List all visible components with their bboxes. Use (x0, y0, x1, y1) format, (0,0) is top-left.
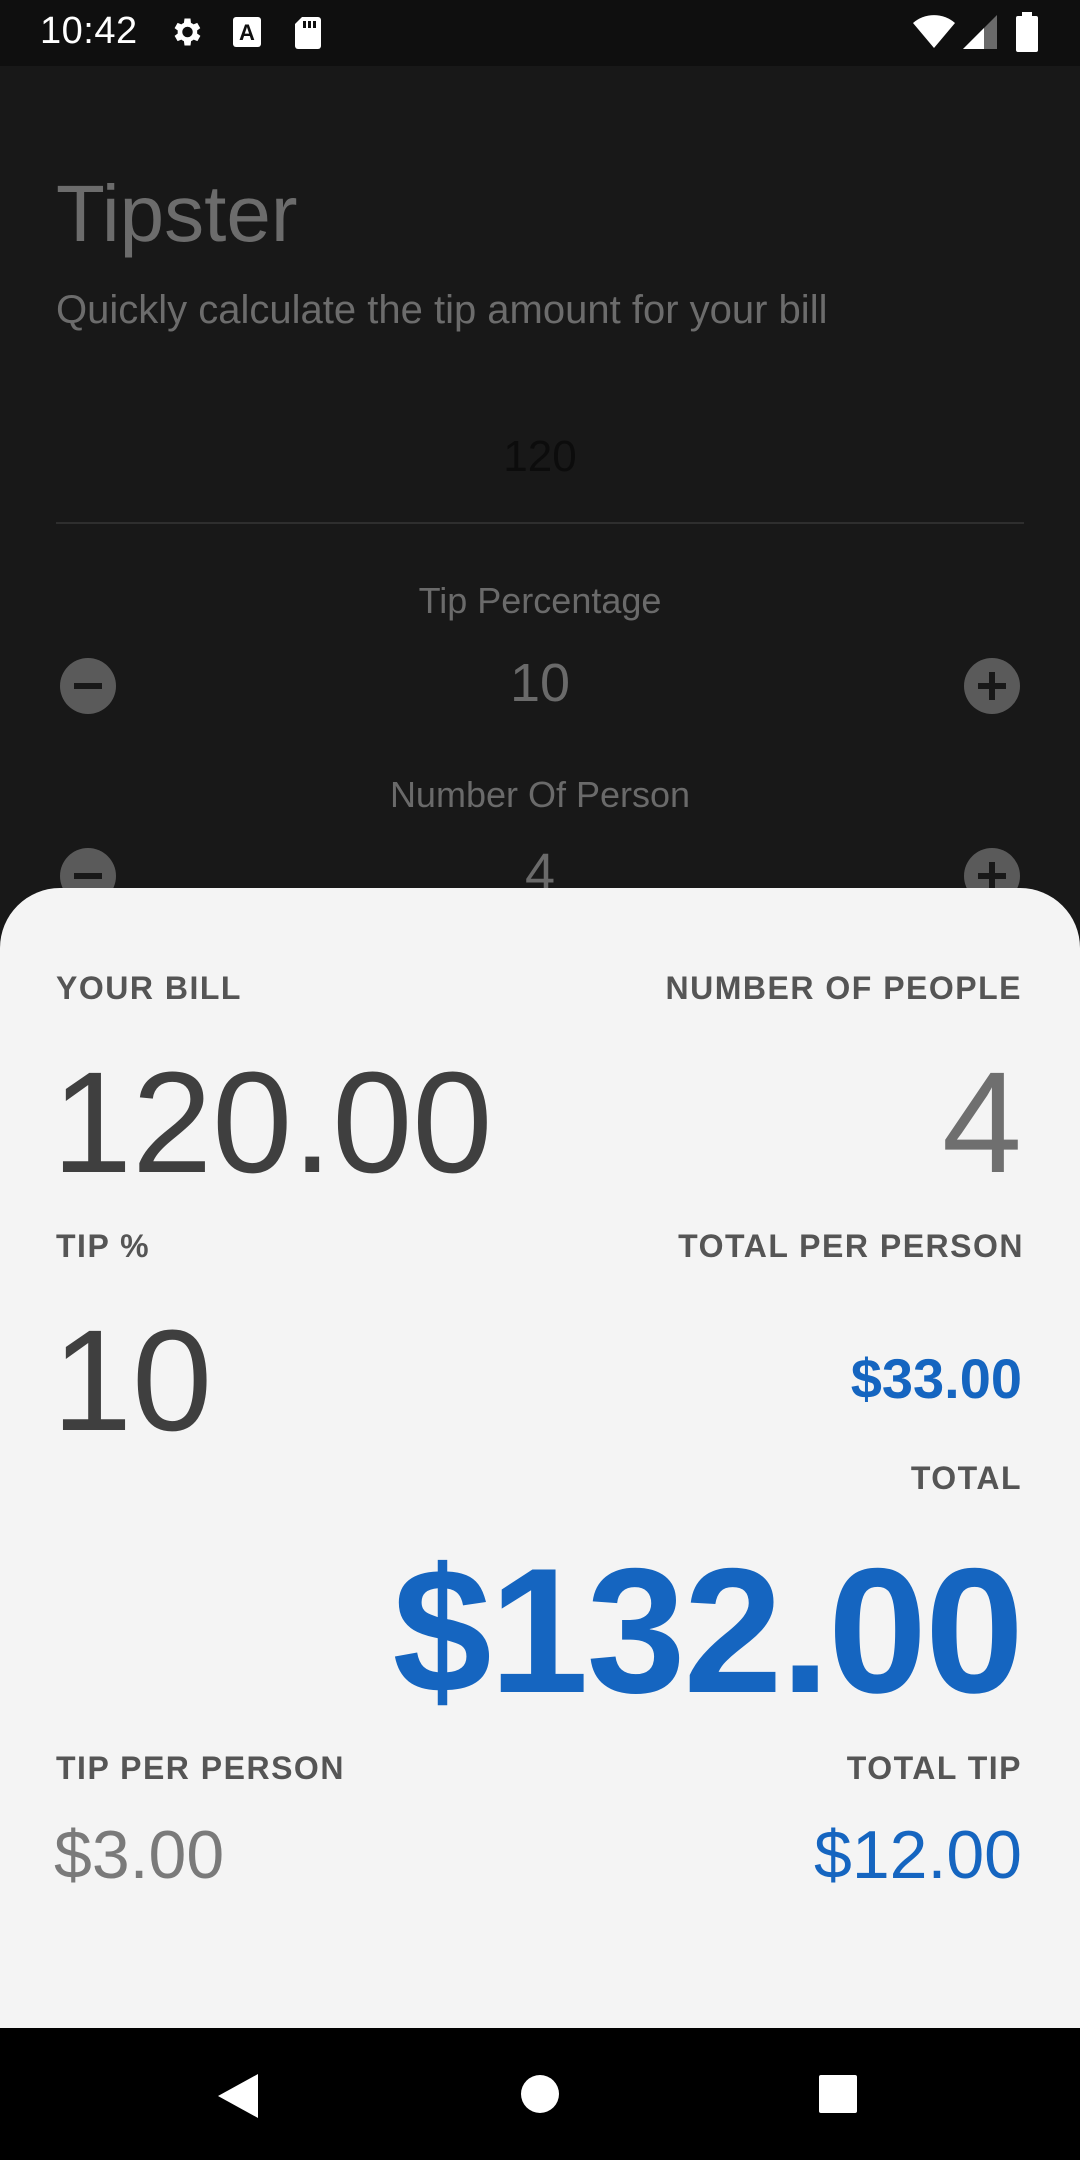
app-title: Tipster (56, 169, 298, 258)
number-of-people-value: 4 (941, 1042, 1022, 1203)
tip-pct-value: 10 (52, 1300, 213, 1461)
tip-per-person-label: TIP PER PERSON (56, 1750, 345, 1786)
tip-increment-button[interactable] (964, 658, 1020, 714)
tip-per-person-value: $3.00 (54, 1817, 225, 1893)
tip-percentage-label: Tip Percentage (418, 580, 662, 621)
navigation-bar (0, 2028, 1080, 2160)
total-tip-label: TOTAL TIP (846, 1750, 1022, 1786)
sd-card-icon (294, 16, 322, 55)
signal-icon (962, 14, 998, 55)
battery-icon (1016, 12, 1038, 57)
plus-icon-v (989, 862, 995, 890)
number-of-people-label: NUMBER OF PEOPLE (665, 970, 1022, 1006)
gear-icon (168, 14, 204, 55)
back-icon[interactable] (216, 2072, 260, 2125)
home-icon[interactable] (520, 2074, 560, 2119)
bill-input[interactable]: 120 (56, 420, 1024, 524)
your-bill-value: 120.00 (52, 1042, 493, 1203)
total-tip-value: $12.00 (814, 1817, 1022, 1893)
total-per-person-value: $33.00 (850, 1347, 1022, 1410)
recents-icon[interactable] (818, 2074, 858, 2119)
tip-pct-label: TIP % (56, 1228, 151, 1264)
total-value: $132.00 (392, 1531, 1024, 1730)
svg-text:A: A (239, 20, 255, 45)
number-of-person-label: Number Of Person (389, 774, 691, 815)
status-time: 10:42 (40, 10, 138, 52)
screen: 10:42 A Tipster Quickly calculate the ti… (0, 0, 1080, 2160)
status-bar: 10:42 A (0, 0, 1080, 66)
a-icon: A (232, 16, 262, 53)
tip-percentage-value: 10 (509, 653, 571, 713)
plus-icon-v (989, 672, 995, 700)
total-label: TOTAL (910, 1460, 1022, 1496)
total-per-person-label: TOTAL PER PERSON (678, 1228, 1024, 1264)
wifi-icon (912, 14, 956, 55)
results-bottom-sheet: YOUR BILL NUMBER OF PEOPLE 120.00 4 TIP … (0, 888, 1080, 2028)
your-bill-label: YOUR BILL (56, 970, 242, 1006)
app-subtitle: Quickly calculate the tip amount for you… (56, 288, 828, 332)
